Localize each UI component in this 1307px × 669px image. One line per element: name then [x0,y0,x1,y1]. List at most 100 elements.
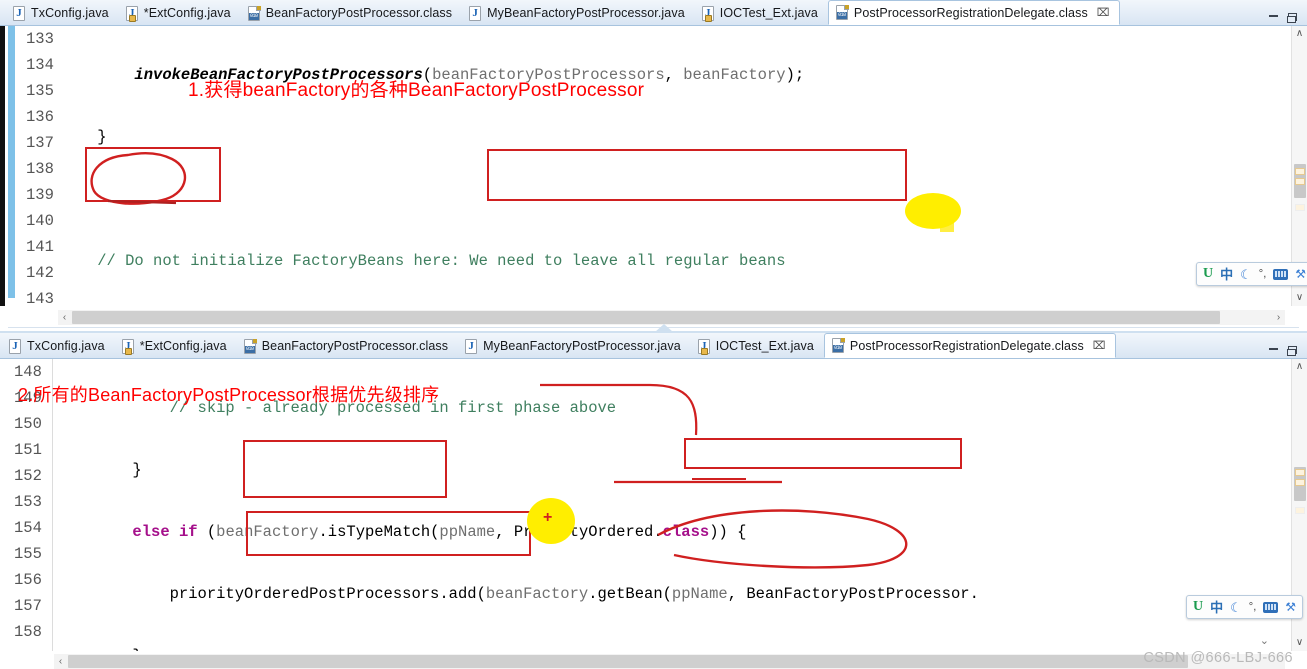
java-file-icon: J [701,5,715,22]
scroll-up-arrow[interactable]: ∧ [1292,359,1307,375]
change-indicator-bar [8,26,15,298]
ime-language-mode-icon[interactable]: 中 [1220,268,1233,281]
tab-label: IOCTest_Ext.java [715,339,814,353]
code-text-top[interactable]: invokeBeanFactoryPostProcessors(beanFact… [60,26,1283,306]
horizontal-scrollbar-bottom[interactable]: ‹ [54,654,1285,669]
occurrence-marker[interactable] [1295,204,1305,211]
splitter-caret-icon [655,324,673,332]
tab-mybeanfactorypostprocessor-java-top[interactable]: J MyBeanFactoryPostProcessor.java [462,1,695,25]
tab-postprocessorregistrationdelegate-class-bottom[interactable]: 010 PostProcessorRegistrationDelegate.cl… [823,333,1117,358]
ime-tools-icon[interactable]: ⚒ [1295,268,1306,280]
tab-label: BeanFactoryPostProcessor.class [261,339,449,353]
code-line: else if (beanFactory.isTypeMatch(ppName,… [132,523,747,541]
tab-label: TxConfig.java [31,6,109,20]
class-file-icon: 010 [243,338,257,354]
tab-beanfactorypostprocessor-class-top[interactable]: 010 BeanFactoryPostProcessor.class [241,1,462,25]
ime-language-mode-icon[interactable]: 中 [1210,601,1223,614]
line-number: 156 [14,571,42,589]
line-number: 158 [14,623,42,641]
ime-tools-icon[interactable]: ⚒ [1285,601,1296,613]
tab-ioctest-ext-java-top[interactable]: J IOCTest_Ext.java [695,1,828,25]
class-file-icon: 010 [247,5,261,21]
minimize-icon[interactable] [1269,348,1278,350]
ime-logo-icon[interactable]: U [1203,267,1213,281]
tab-label: BeanFactoryPostProcessor.class [265,6,453,20]
ime-keyboard-icon[interactable] [1273,268,1289,280]
line-number: 155 [14,545,42,563]
occurrence-marker[interactable] [1295,479,1305,486]
hscroll-left-arrow[interactable]: ‹ [54,654,67,669]
line-number: 157 [14,597,42,615]
tab-txconfig-java-bottom[interactable]: J TxConfig.java [2,334,115,358]
tab-ioctest-ext-java-bottom[interactable]: J IOCTest_Ext.java [691,334,824,358]
scroll-down-arrow[interactable]: ∨ [1292,635,1307,651]
window-controls-top[interactable] [1269,13,1307,25]
window-controls-bottom[interactable] [1269,346,1307,358]
code-text-bottom[interactable]: // skip - already processed in first pha… [58,359,1283,651]
ime-keyboard-icon[interactable] [1263,601,1279,613]
tab-label: PostProcessorRegistrationDelegate.class [853,5,1088,20]
code-line: // skip - already processed in first pha… [169,399,617,417]
java-file-icon: J [8,338,22,354]
tab-postprocessorregistrationdelegate-class-top[interactable]: 010 PostProcessorRegistrationDelegate.cl… [827,0,1121,25]
tab-label: MyBeanFactoryPostProcessor.java [487,6,685,20]
horizontal-scrollbar-top[interactable]: ‹ › [58,310,1285,325]
code-line: invokeBeanFactoryPostProcessors(beanFact… [134,66,805,84]
code-line: } [60,128,107,146]
line-number: 151 [14,441,42,459]
hscrollbar-thumb[interactable] [72,311,1220,324]
tab-extconfig-java-bottom[interactable]: J *ExtConfig.java [115,334,237,358]
line-number: 159 [4,645,56,651]
occurrence-marker[interactable] [1295,178,1305,185]
close-icon[interactable]: ⌧ [1097,6,1110,19]
occurrence-marker[interactable] [1295,168,1305,175]
tab-label: *ExtConfig.java [143,6,231,20]
gutter-divider [52,359,53,651]
tab-label: *ExtConfig.java [139,339,227,353]
line-number: 154 [14,519,42,537]
tab-beanfactorypostprocessor-class-bottom[interactable]: 010 BeanFactoryPostProcessor.class [237,334,458,358]
editor-left-rail [0,26,8,306]
ime-moon-icon[interactable]: ☾ [1240,268,1252,281]
line-number: 148 [14,363,42,381]
ime-moon-icon[interactable]: ☾ [1230,601,1242,614]
ime-punctuation-icon[interactable]: °, [1249,601,1256,613]
code-line: } [58,643,1283,651]
java-file-icon: J [464,338,478,354]
scroll-down-arrow[interactable]: ∨ [1292,290,1307,306]
restore-icon[interactable] [1287,346,1297,356]
occurrence-marker[interactable] [1295,507,1305,514]
occurrence-marker[interactable] [1295,469,1305,476]
minimize-icon[interactable] [1269,15,1278,17]
class-file-icon: 010 [835,5,849,20]
scroll-up-arrow[interactable]: ∧ [1292,26,1307,42]
class-file-icon: 010 [831,338,845,353]
code-line: } [58,461,142,479]
close-icon[interactable]: ⌧ [1093,339,1106,352]
code-editor-bottom[interactable]: 148 149 150 151 152 153 154 155 156 157 … [0,359,1307,651]
editor-panel-top: J TxConfig.java J *ExtConfig.java 010 Be… [0,0,1307,325]
tab-txconfig-java-top[interactable]: J TxConfig.java [6,1,119,25]
watermark-text: CSDN @666-LBJ-666 [1143,650,1293,666]
ime-logo-icon[interactable]: U [1193,600,1203,614]
ime-toolbar-top[interactable]: U 中 ☾ °, ⚒ [1196,262,1307,286]
ime-punctuation-icon[interactable]: °, [1259,268,1266,280]
hscroll-right-arrow[interactable]: › [1272,310,1285,325]
hscrollbar-thumb[interactable] [68,655,1188,668]
tab-bar-bottom[interactable]: J TxConfig.java J *ExtConfig.java 010 Be… [0,333,1307,359]
code-editor-top[interactable]: 133 134 135 136 137 138 139 140 141 142 … [0,26,1307,306]
scroll-down-chevron-icon[interactable]: ⌄ [1260,634,1269,647]
tab-mybeanfactorypostprocessor-java-bottom[interactable]: J MyBeanFactoryPostProcessor.java [458,334,691,358]
hscroll-left-arrow[interactable]: ‹ [58,310,71,325]
line-number: 150 [14,415,42,433]
line-number: 153 [14,493,42,511]
restore-icon[interactable] [1287,13,1297,23]
tab-bar-top[interactable]: J TxConfig.java J *ExtConfig.java 010 Be… [0,0,1307,26]
panel-splitter[interactable] [0,324,1307,333]
tab-extconfig-java-top[interactable]: J *ExtConfig.java [119,1,241,25]
java-file-icon: J [121,338,135,355]
screenshot-root: J TxConfig.java J *ExtConfig.java 010 Be… [0,0,1307,669]
ime-toolbar-bottom[interactable]: U 中 ☾ °, ⚒ [1186,595,1304,619]
java-file-icon: J [468,5,482,21]
